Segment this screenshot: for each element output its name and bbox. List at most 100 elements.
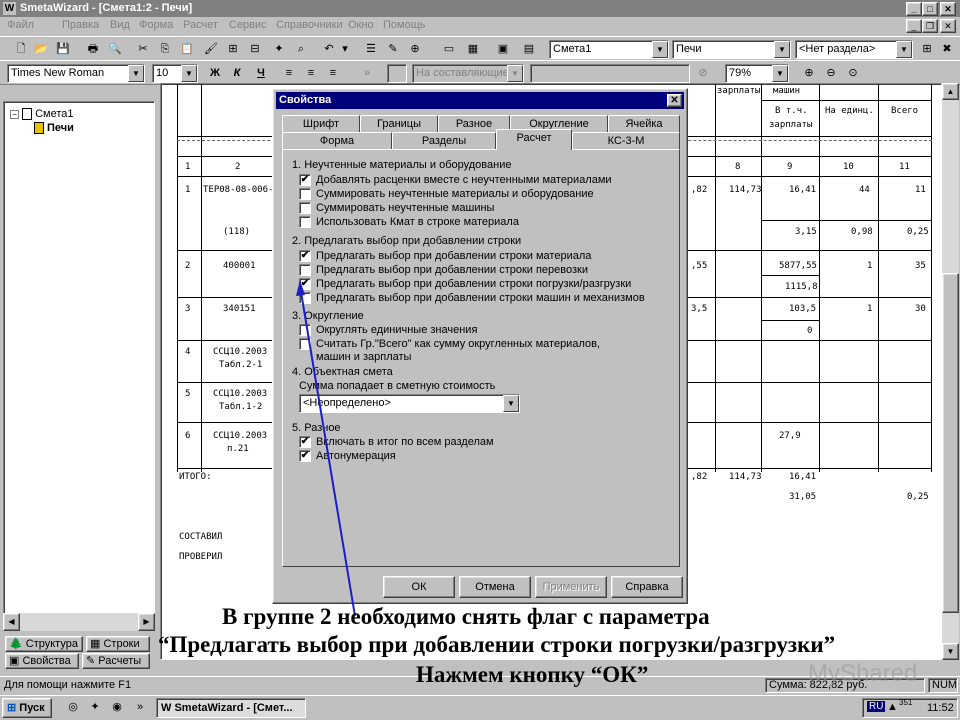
tray-icon[interactable]: ▲	[887, 701, 898, 713]
copy-icon[interactable]: ⎘	[156, 41, 174, 58]
zoom-fit-icon[interactable]: ⊙	[844, 65, 862, 82]
mdi-restore-button[interactable]: ❐	[922, 19, 938, 33]
tab-form[interactable]: Форма	[282, 132, 392, 150]
tree-horizontal-scrollbar[interactable]: ◀ ▶	[3, 613, 155, 631]
properties-icon[interactable]: ▣	[494, 41, 512, 58]
quick-launch-icon[interactable]: ✦	[86, 699, 104, 716]
task-smetawizard[interactable]: W SmetaWizard - [Смет...	[156, 698, 306, 718]
tab-ks3m[interactable]: КС-3-М	[572, 132, 680, 150]
checkbox-box[interactable]	[299, 216, 311, 228]
scroll-thumb[interactable]	[942, 273, 959, 613]
menu-help[interactable]: Помощь	[383, 19, 426, 31]
tab-properties[interactable]: ▣ Свойства	[5, 653, 79, 669]
ok-button[interactable]: ОК	[383, 576, 455, 598]
chevron-down-icon[interactable]: ▼	[181, 65, 197, 82]
edit-icon[interactable]: ✎	[384, 41, 402, 58]
preview-icon[interactable]: 🔍	[106, 41, 124, 58]
tree-node-estimate[interactable]: − Смета1	[10, 108, 73, 121]
tab-calculation[interactable]: Расчет	[496, 129, 572, 150]
find-icon[interactable]: ⌕	[292, 41, 310, 58]
save-icon[interactable]: 💾	[54, 41, 72, 58]
delete-row-icon[interactable]: ⊟	[246, 41, 264, 58]
language-indicator[interactable]: RU	[867, 701, 886, 712]
align-right-icon[interactable]: ≡	[324, 65, 342, 82]
font-family-select[interactable]: Times New Roman ▼	[7, 64, 145, 83]
close-icon[interactable]: ✕	[940, 2, 956, 16]
zoom-select[interactable]: 79% ▼	[725, 64, 789, 83]
font-size-select[interactable]: 10 ▼	[152, 64, 198, 83]
menu-calc[interactable]: Расчет	[183, 19, 218, 31]
estimate-select[interactable]: Смета1 ▼	[549, 40, 669, 59]
tree-node-section[interactable]: Печи	[34, 122, 74, 135]
scroll-up-icon[interactable]: ▲	[942, 83, 959, 100]
insert-row-icon[interactable]: ⊞	[224, 41, 242, 58]
format-paint-icon[interactable]: 🖌	[202, 41, 220, 58]
clear-icon[interactable]: ⊘	[694, 65, 712, 82]
remove-section-icon[interactable]: ✖	[938, 41, 956, 58]
print-icon[interactable]: 🖶	[84, 41, 102, 58]
menu-window[interactable]: Окно	[348, 19, 374, 31]
mdi-minimize-button[interactable]: _	[906, 19, 922, 33]
scroll-down-icon[interactable]: ▼	[942, 643, 959, 660]
zoom-out-icon[interactable]: ⊖	[822, 65, 840, 82]
checkbox-box[interactable]	[299, 264, 311, 276]
cancel-button[interactable]: Отмена	[459, 576, 531, 598]
wizard-icon[interactable]: ✦	[270, 41, 288, 58]
chevron-down-icon[interactable]: ▼	[896, 41, 912, 58]
tab-borders[interactable]: Границы	[360, 115, 438, 133]
checkbox-box[interactable]: ✔	[299, 450, 311, 462]
tab-cell[interactable]: Ячейка	[608, 115, 680, 133]
open-folder-icon[interactable]: 📂	[32, 41, 50, 58]
checkbox-box[interactable]	[299, 324, 311, 336]
window-icon[interactable]: ▭	[440, 41, 458, 58]
tab-calculations[interactable]: ✎ Расчеты	[82, 653, 150, 669]
chevron-down-icon[interactable]: ▼	[772, 65, 788, 82]
minimize-button[interactable]: _	[906, 2, 922, 16]
object-estimate-select[interactable]: <Неопределено> ▼	[299, 394, 520, 413]
tab-sections[interactable]: Разделы	[392, 132, 496, 150]
tab-lines[interactable]: ▦ Строки	[86, 636, 150, 652]
close-icon[interactable]: ✕	[667, 94, 682, 107]
tab-font[interactable]: Шрифт	[282, 115, 360, 133]
menu-view[interactable]: Вид	[110, 19, 130, 31]
scroll-left-icon[interactable]: ◀	[3, 613, 20, 631]
checkbox-box[interactable]: ✔	[299, 174, 311, 186]
paste-icon[interactable]: 📋	[178, 41, 196, 58]
cut-icon[interactable]: ✂	[134, 41, 152, 58]
document-vertical-scrollbar[interactable]: ▲ ▼	[942, 83, 959, 660]
undo-dropdown-icon[interactable]: ▾	[340, 41, 350, 58]
menu-file[interactable]: Файл	[7, 19, 34, 31]
menu-edit[interactable]: Правка	[62, 19, 99, 31]
maximize-button[interactable]: □	[922, 2, 938, 16]
chevron-down-icon[interactable]: ▼	[507, 65, 523, 82]
checkbox-box[interactable]	[299, 292, 311, 304]
zoom-in-icon[interactable]: ⊕	[800, 65, 818, 82]
collapse-icon[interactable]: »	[358, 65, 376, 82]
menu-references[interactable]: Справочники	[276, 19, 343, 31]
new-file-icon[interactable]: 🗋	[12, 41, 30, 58]
chevron-right-icon[interactable]: »	[134, 699, 146, 716]
mdi-close-button[interactable]: ✕	[940, 19, 956, 33]
align-left-icon[interactable]: ≡	[280, 65, 298, 82]
undo-icon[interactable]: ↶	[320, 41, 338, 58]
checkbox-box[interactable]	[299, 202, 311, 214]
checkbox-box[interactable]: ✔	[299, 278, 311, 290]
insert-icon[interactable]: ⊕	[406, 41, 424, 58]
browser-icon[interactable]: ◎	[64, 699, 82, 716]
add-section-icon[interactable]: ⊞	[918, 41, 936, 58]
italic-button[interactable]: К	[228, 65, 246, 82]
chevron-down-icon[interactable]: ▼	[503, 395, 519, 412]
apply-button[interactable]: Применить	[535, 576, 607, 598]
tab-structure[interactable]: 🌲 Структура	[5, 636, 83, 652]
checkbox-box[interactable]	[299, 338, 311, 350]
underline-button[interactable]: Ч	[252, 65, 270, 82]
scroll-right-icon[interactable]: ▶	[138, 613, 155, 631]
checkbox-box[interactable]: ✔	[299, 436, 311, 448]
start-button[interactable]: ⊞ Пуск	[2, 698, 52, 718]
composition-select[interactable]: На составляющие ▼	[412, 64, 524, 83]
bold-button[interactable]: Ж	[206, 65, 224, 82]
menu-service[interactable]: Сервис	[229, 19, 267, 31]
chapter-select[interactable]: <Нет раздела> ▼	[795, 40, 913, 59]
checkbox-box[interactable]: ✔	[299, 250, 311, 262]
calc-icon[interactable]: ▦	[464, 41, 482, 58]
